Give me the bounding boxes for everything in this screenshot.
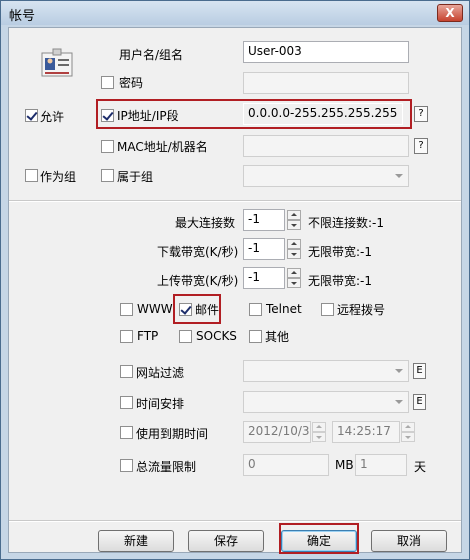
traffic-unit-label: MB (335, 458, 354, 472)
ip-input[interactable]: 0.0.0.0-255.255.255.255 (243, 103, 403, 125)
username-label: 用户名/组名 (119, 48, 184, 62)
max-conn-note: 不限连接数:-1 (308, 216, 385, 230)
site-filter-checkbox[interactable] (120, 365, 133, 378)
traffic-label: 总流量限制 (136, 460, 197, 474)
mac-checkbox[interactable] (101, 140, 114, 153)
password-input[interactable] (243, 72, 409, 94)
ip-label: IP地址/IP段 (117, 109, 179, 123)
expire-date-input[interactable]: 2012/10/30 (243, 421, 311, 443)
other-checkbox[interactable] (249, 330, 262, 343)
mail-label: 邮件 (195, 303, 220, 317)
ip-help-button[interactable]: ? (414, 106, 428, 122)
days-input[interactable]: 1 (355, 454, 407, 476)
telnet-label: Telnet (266, 302, 302, 316)
download-label: 下载带宽(K/秒) (157, 245, 239, 259)
download-spinner[interactable] (287, 239, 301, 259)
max-conn-input[interactable]: -1 (243, 209, 285, 231)
schedule-select[interactable] (243, 391, 409, 413)
save-button[interactable]: 保存 (188, 530, 264, 552)
upload-spinner[interactable] (287, 268, 301, 288)
chevron-down-icon (395, 174, 403, 178)
mail-checkbox[interactable] (179, 303, 192, 316)
ok-button[interactable]: 确定 (281, 530, 357, 552)
as-group-label: 作为组 (40, 170, 77, 184)
telnet-checkbox[interactable] (249, 303, 262, 316)
username-input[interactable]: User-003 (243, 41, 409, 63)
allow-label: 允许 (40, 110, 65, 124)
as-group-checkbox[interactable] (25, 169, 38, 182)
traffic-checkbox[interactable] (120, 459, 133, 472)
days-label: 天 (414, 460, 427, 474)
account-dialog: 帐号 X 用户名/组名 User-003 密码 允许 IP地址/IP段 0.0.… (0, 0, 470, 560)
title-bar[interactable]: 帐号 X (1, 1, 469, 25)
dialup-checkbox[interactable] (321, 303, 334, 316)
other-label: 其他 (265, 330, 290, 344)
chevron-down-icon (395, 369, 403, 373)
expire-date-spinner[interactable] (312, 422, 326, 442)
upload-input[interactable]: -1 (243, 267, 285, 289)
ftp-checkbox[interactable] (120, 330, 133, 343)
max-conn-label: 最大连接数 (175, 216, 236, 230)
mac-input[interactable] (243, 135, 409, 157)
site-filter-label: 网站过滤 (136, 366, 185, 380)
expire-time-spinner[interactable] (401, 422, 415, 442)
schedule-label: 时间安排 (136, 397, 185, 411)
expire-checkbox[interactable] (120, 426, 133, 439)
www-label: WWW (137, 302, 173, 316)
mac-label: MAC地址/机器名 (117, 140, 208, 154)
max-conn-spinner[interactable] (287, 210, 301, 230)
schedule-checkbox[interactable] (120, 396, 133, 409)
user-card-icon (41, 48, 73, 77)
close-button[interactable]: X (437, 4, 463, 22)
ip-checkbox[interactable] (101, 109, 114, 122)
www-checkbox[interactable] (120, 303, 133, 316)
socks-checkbox[interactable] (179, 330, 192, 343)
password-label: 密码 (119, 76, 144, 90)
window-title: 帐号 (9, 9, 36, 24)
new-button[interactable]: 新建 (98, 530, 174, 552)
site-filter-edit-button[interactable]: E (413, 363, 426, 379)
schedule-edit-button[interactable]: E (413, 394, 426, 410)
chevron-down-icon (395, 400, 403, 404)
belongs-group-label: 属于组 (117, 170, 154, 184)
separator-bottom (9, 520, 461, 522)
upload-note: 无限带宽:-1 (308, 274, 373, 288)
allow-checkbox[interactable] (25, 109, 38, 122)
expire-time-input[interactable]: 14:25:17 (332, 421, 400, 443)
belongs-group-checkbox[interactable] (101, 169, 114, 182)
separator-top (9, 200, 461, 202)
site-filter-select[interactable] (243, 360, 409, 382)
password-checkbox[interactable] (101, 76, 114, 89)
dialog-content: 用户名/组名 User-003 密码 允许 IP地址/IP段 0.0.0.0-2… (8, 27, 462, 554)
group-select[interactable] (243, 165, 409, 187)
cancel-button[interactable]: 取消 (371, 530, 447, 552)
download-input[interactable]: -1 (243, 238, 285, 260)
socks-label: SOCKS (196, 329, 237, 343)
traffic-input[interactable]: 0 (243, 454, 329, 476)
upload-label: 上传带宽(K/秒) (157, 274, 239, 288)
ftp-label: FTP (137, 329, 159, 343)
expire-label: 使用到期时间 (136, 427, 209, 441)
download-note: 无限带宽:-1 (308, 245, 373, 259)
mac-help-button[interactable]: ? (414, 138, 428, 154)
dialup-label: 远程拨号 (337, 303, 386, 317)
